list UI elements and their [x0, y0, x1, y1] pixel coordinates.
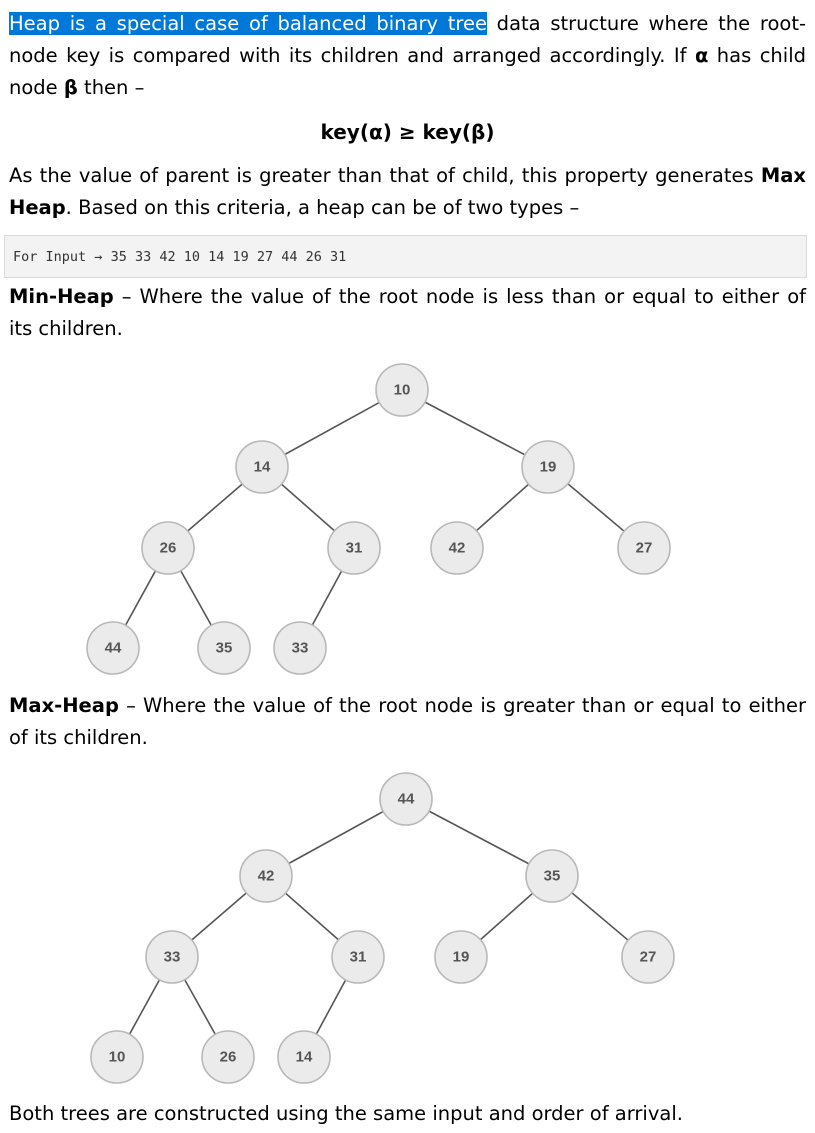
min-heap-paragraph: Min-Heap – Where the value of the root n… — [9, 281, 806, 345]
node-value: 31 — [346, 540, 363, 557]
arrow-icon: → — [94, 249, 103, 265]
intro-text-3: then – — [77, 76, 145, 99]
node-value: 14 — [254, 459, 271, 476]
node-value: 27 — [640, 949, 657, 966]
tree-node: 26 — [141, 521, 195, 575]
tree-node: 44 — [86, 621, 140, 675]
tree-node: 27 — [621, 930, 675, 984]
tree-node: 33 — [273, 621, 327, 675]
node-value: 14 — [296, 1049, 313, 1066]
tree-node: 10 — [375, 363, 429, 417]
heap-formula: key(α) ≥ key(β) — [320, 120, 495, 144]
max-intro-text-1: As the value of parent is greater than t… — [9, 164, 761, 187]
tree-node: 14 — [235, 440, 289, 494]
tree-node: 19 — [434, 930, 488, 984]
node-value: 10 — [109, 1049, 126, 1066]
max-heap-edges — [116, 798, 649, 1058]
node-value: 44 — [105, 640, 122, 657]
tree-node: 27 — [617, 521, 671, 575]
node-value: 10 — [394, 382, 411, 399]
tree-node: 35 — [197, 621, 251, 675]
code-box: For Input → 35 33 42 10 14 19 27 44 26 3… — [4, 235, 807, 278]
node-value: 35 — [216, 640, 233, 657]
max-heap-diagram: 44 42 35 33 31 19 27 10 26 14 — [90, 772, 675, 1084]
tree-node: 26 — [201, 1030, 255, 1084]
tree-node: 35 — [525, 849, 579, 903]
node-value: 42 — [258, 868, 275, 885]
highlighted-text: Heap is a special case of balanced binar… — [9, 12, 487, 35]
tree-node: 31 — [327, 521, 381, 575]
node-value: 35 — [544, 868, 561, 885]
node-value: 42 — [449, 540, 466, 557]
beta-symbol: β — [63, 76, 78, 99]
min-heap-diagram: 10 14 19 26 31 42 27 44 35 33 — [86, 363, 671, 675]
tree-node: 10 — [90, 1030, 144, 1084]
node-value: 44 — [398, 791, 415, 808]
max-heap-intro-paragraph: As the value of parent is greater than t… — [9, 160, 806, 224]
alpha-symbol: α — [694, 44, 709, 67]
max-heap-title: Max-Heap — [9, 694, 119, 717]
node-value: 33 — [164, 949, 181, 966]
min-heap-title: Min-Heap — [9, 285, 114, 308]
conclusion-paragraph: Both trees are constructed using the sam… — [9, 1102, 683, 1125]
max-intro-text-2: . Based on this criteria, a heap can be … — [65, 196, 580, 219]
node-value: 19 — [453, 949, 470, 966]
tree-node: 14 — [277, 1030, 331, 1084]
tree-node: 44 — [379, 772, 433, 826]
tree-node: 42 — [430, 521, 484, 575]
tree-node: 42 — [239, 849, 293, 903]
max-heap-paragraph: Max-Heap – Where the value of the root n… — [9, 690, 806, 754]
tree-node: 19 — [521, 440, 575, 494]
max-heap-description: – Where the value of the root node is gr… — [9, 694, 806, 749]
min-heap-edges — [112, 389, 645, 649]
code-values: 35 33 42 10 14 19 27 44 26 31 — [110, 249, 347, 265]
node-value: 26 — [160, 540, 177, 557]
node-value: 27 — [636, 540, 653, 557]
code-label: For Input — [13, 249, 87, 265]
node-value: 33 — [292, 640, 309, 657]
tree-node: 33 — [145, 930, 199, 984]
tree-node: 31 — [331, 930, 385, 984]
node-value: 19 — [540, 459, 557, 476]
intro-paragraph: Heap is a special case of balanced binar… — [9, 8, 806, 104]
node-value: 31 — [350, 949, 367, 966]
min-heap-description: – Where the value of the root node is le… — [9, 285, 806, 340]
node-value: 26 — [220, 1049, 237, 1066]
